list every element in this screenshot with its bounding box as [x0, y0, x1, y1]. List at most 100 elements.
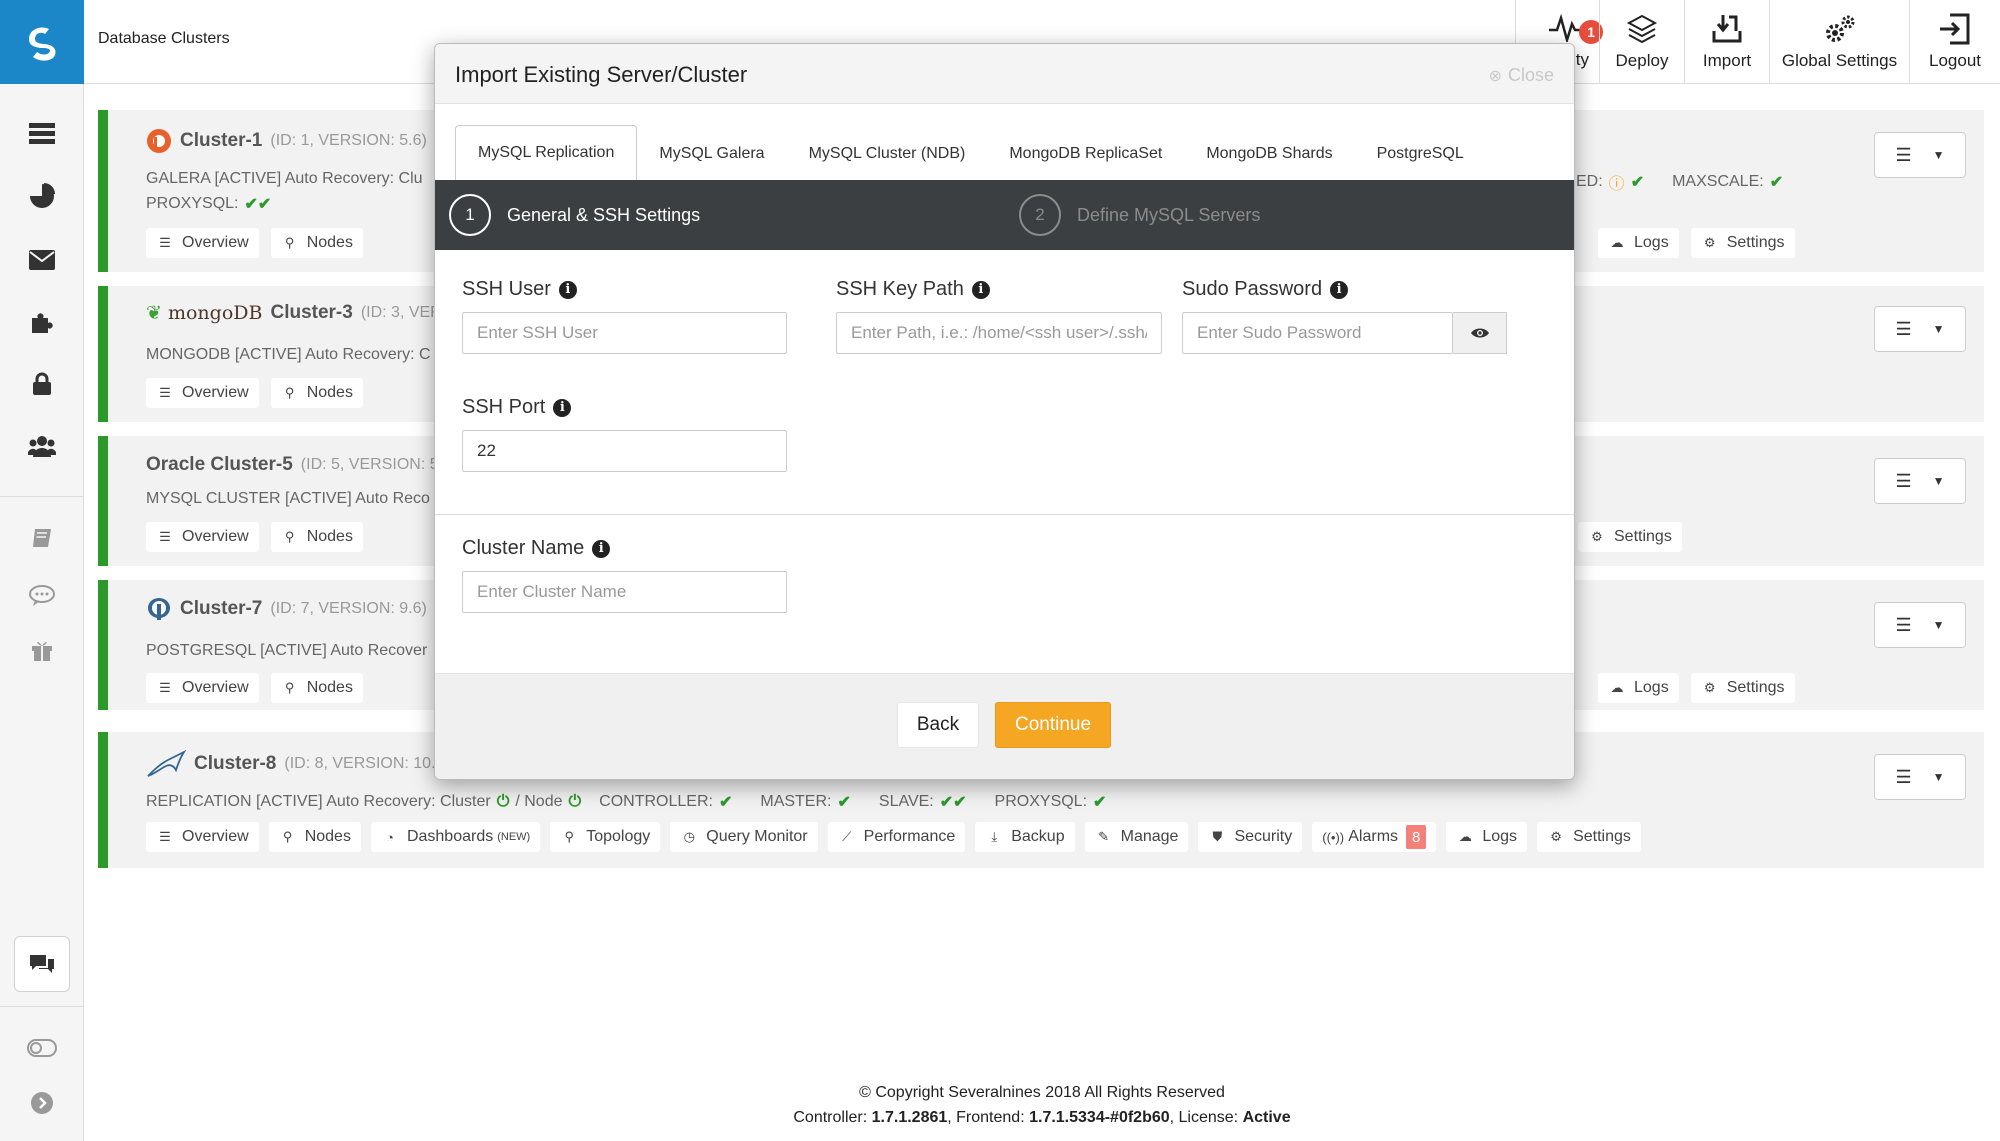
- cluster-title[interactable]: ❦ mongoDB Cluster-3 (ID: 3, VERSI: [146, 302, 457, 324]
- step-label: Define MySQL Servers: [1077, 204, 1261, 225]
- deploy-button[interactable]: Deploy: [1599, 0, 1684, 84]
- info-icon[interactable]: i: [553, 398, 572, 417]
- copyright-text: © Copyright Severalnines 2018 All Rights…: [859, 1084, 1225, 1101]
- overview-tab[interactable]: ☰ Overview: [146, 522, 259, 552]
- cluster-title[interactable]: Cluster-1 (ID: 1, VERSION: 5.6): [146, 128, 427, 154]
- overview-tab[interactable]: ☰ Overview: [146, 822, 259, 852]
- overview-tab[interactable]: ☰ Overview: [146, 378, 259, 408]
- label-text: SSH Key Path: [836, 278, 964, 300]
- section-divider: [435, 514, 1574, 515]
- puzzle-icon[interactable]: [22, 302, 62, 342]
- cluster-right-tabs: ☁ Logs ⚙ Settings: [1598, 228, 1795, 258]
- logout-button[interactable]: Logout: [1909, 0, 2000, 84]
- tab-mongodb-shards[interactable]: MongoDB Shards: [1184, 127, 1354, 180]
- cluster-actions-dropdown[interactable]: ☰ ▼: [1874, 306, 1966, 352]
- sudo-password-label: Sudo Password i: [1182, 278, 1349, 301]
- step-define-servers[interactable]: 2 Define MySQL Servers: [1019, 194, 1260, 236]
- nodes-tab[interactable]: ⚲ Nodes: [270, 673, 363, 703]
- frontend-label: , Frontend:: [947, 1109, 1025, 1126]
- cluster-actions-dropdown[interactable]: ☰ ▼: [1874, 458, 1966, 504]
- ssh-key-path-input[interactable]: [836, 312, 1162, 354]
- tab-mongodb-replicaset[interactable]: MongoDB ReplicaSet: [987, 127, 1184, 180]
- check-icon: ✔: [718, 794, 733, 811]
- logs-tab[interactable]: ☁ Logs: [1598, 228, 1679, 258]
- step-general-ssh[interactable]: 1 General & SSH Settings: [449, 194, 700, 236]
- pie-chart-icon[interactable]: [22, 176, 62, 216]
- manage-tab[interactable]: ✎ Manage: [1084, 822, 1189, 852]
- tab-label: Logs: [1482, 828, 1518, 845]
- cluster-title[interactable]: Cluster-7 (ID: 7, VERSION: 9.6): [146, 596, 427, 622]
- server-list-icon[interactable]: [22, 114, 62, 154]
- alarms-tab[interactable]: ((•)) Alarms 8: [1312, 822, 1437, 852]
- modal-header: Import Existing Server/Cluster ⊗ Close: [435, 44, 1574, 104]
- info-icon[interactable]: i: [592, 539, 611, 558]
- settings-tab[interactable]: ⚙ Settings: [1537, 822, 1641, 852]
- chat-button[interactable]: [14, 936, 70, 992]
- tab-mysql-galera[interactable]: MySQL Galera: [637, 127, 786, 180]
- close-button[interactable]: ⊗ Close: [1489, 65, 1554, 86]
- logs-tab[interactable]: ☁ Logs: [1446, 822, 1528, 852]
- overview-tab[interactable]: ☰ Overview: [146, 228, 259, 258]
- cluster-status-line: MYSQL CLUSTER [ACTIVE] Auto Reco: [146, 490, 430, 507]
- nodes-tab[interactable]: ⚲ Nodes: [270, 228, 363, 258]
- nodes-tab[interactable]: ⚲ Nodes: [268, 822, 361, 852]
- mail-icon[interactable]: [22, 240, 62, 280]
- info-icon[interactable]: i: [971, 280, 990, 299]
- logs-tab[interactable]: ☁ Logs: [1598, 673, 1679, 703]
- performance-tab[interactable]: ⟋ Performance: [827, 822, 966, 852]
- info-icon[interactable]: i: [558, 280, 577, 299]
- back-button[interactable]: Back: [897, 702, 979, 748]
- ssh-user-input[interactable]: [462, 312, 787, 354]
- server-list-icon: ☰: [1895, 614, 1912, 635]
- severalnines-logo[interactable]: [0, 0, 84, 84]
- book-icon[interactable]: [22, 518, 62, 558]
- check-icon: ✔✔: [939, 794, 967, 811]
- tab-label: Logs: [1634, 679, 1669, 696]
- ssh-port-input[interactable]: [462, 430, 787, 472]
- controller-label: CONTROLLER:: [599, 793, 713, 810]
- caret-down-icon: ▼: [1932, 474, 1945, 488]
- show-password-button[interactable]: [1453, 312, 1507, 354]
- cluster-title[interactable]: Cluster-8 (ID: 8, VERSION: 10.: [146, 750, 436, 778]
- backup-tab[interactable]: ⤓ Backup: [975, 822, 1075, 852]
- continue-button[interactable]: Continue: [995, 702, 1111, 748]
- info-icon[interactable]: i: [1330, 280, 1349, 299]
- cluster-actions-dropdown[interactable]: ☰ ▼: [1874, 132, 1966, 178]
- right-status-line: ED: ⓘ ✔ MAXSCALE: ✔: [1576, 170, 1783, 194]
- arrow-right-circle-icon[interactable]: [22, 1083, 62, 1123]
- cluster-name: Cluster-3: [270, 302, 353, 323]
- global-settings-button[interactable]: Global Settings: [1769, 0, 1909, 84]
- tab-mysql-replication[interactable]: MySQL Replication: [455, 125, 638, 180]
- nodes-tab[interactable]: ⚲ Nodes: [270, 378, 363, 408]
- tab-postgresql[interactable]: PostgreSQL: [1355, 127, 1486, 180]
- topology-tab[interactable]: ⚲ Topology: [550, 822, 661, 852]
- query-monitor-tab[interactable]: ◷ Query Monitor: [670, 822, 818, 852]
- settings-tab[interactable]: ⚙ Settings: [1578, 522, 1682, 552]
- sudo-password-input[interactable]: [1182, 312, 1453, 354]
- cluster-name-input[interactable]: [462, 571, 787, 613]
- import-button[interactable]: Import: [1684, 0, 1769, 84]
- cluster-actions-dropdown[interactable]: ☰ ▼: [1874, 754, 1966, 800]
- cluster-title[interactable]: Oracle Cluster-5 (ID: 5, VERSION: 5: [146, 454, 439, 476]
- frontend-version: 1.7.1.5334-#0f2b60: [1029, 1109, 1170, 1126]
- settings-tab[interactable]: ⚙ Settings: [1690, 673, 1795, 703]
- users-icon[interactable]: [22, 426, 62, 466]
- tab-label: Settings: [1614, 528, 1672, 545]
- dashboards-tab[interactable]: ◔ Dashboards (NEW): [370, 822, 541, 852]
- toggle-icon[interactable]: [22, 1028, 62, 1068]
- gear-icon: ⚙: [1703, 235, 1716, 250]
- sliders-icon: ☰: [159, 385, 171, 400]
- security-tab[interactable]: ⛊ Security: [1198, 822, 1303, 852]
- cluster-meta: (ID: 1, VERSION: 5.6): [270, 132, 427, 149]
- tab-mysql-cluster-ndb[interactable]: MySQL Cluster (NDB): [787, 127, 988, 180]
- comments-icon[interactable]: [22, 576, 62, 616]
- overview-tab[interactable]: ☰ Overview: [146, 673, 259, 703]
- controller-label: Controller:: [793, 1109, 868, 1126]
- cluster-actions-dropdown[interactable]: ☰ ▼: [1874, 602, 1966, 648]
- gift-icon[interactable]: [22, 630, 62, 670]
- nodes-tab[interactable]: ⚲ Nodes: [270, 522, 363, 552]
- settings-tab[interactable]: ⚙ Settings: [1690, 228, 1795, 258]
- mongodb-logo-text: mongoDB: [167, 302, 263, 324]
- gears-icon: [1825, 15, 1854, 42]
- lock-icon[interactable]: [22, 364, 62, 404]
